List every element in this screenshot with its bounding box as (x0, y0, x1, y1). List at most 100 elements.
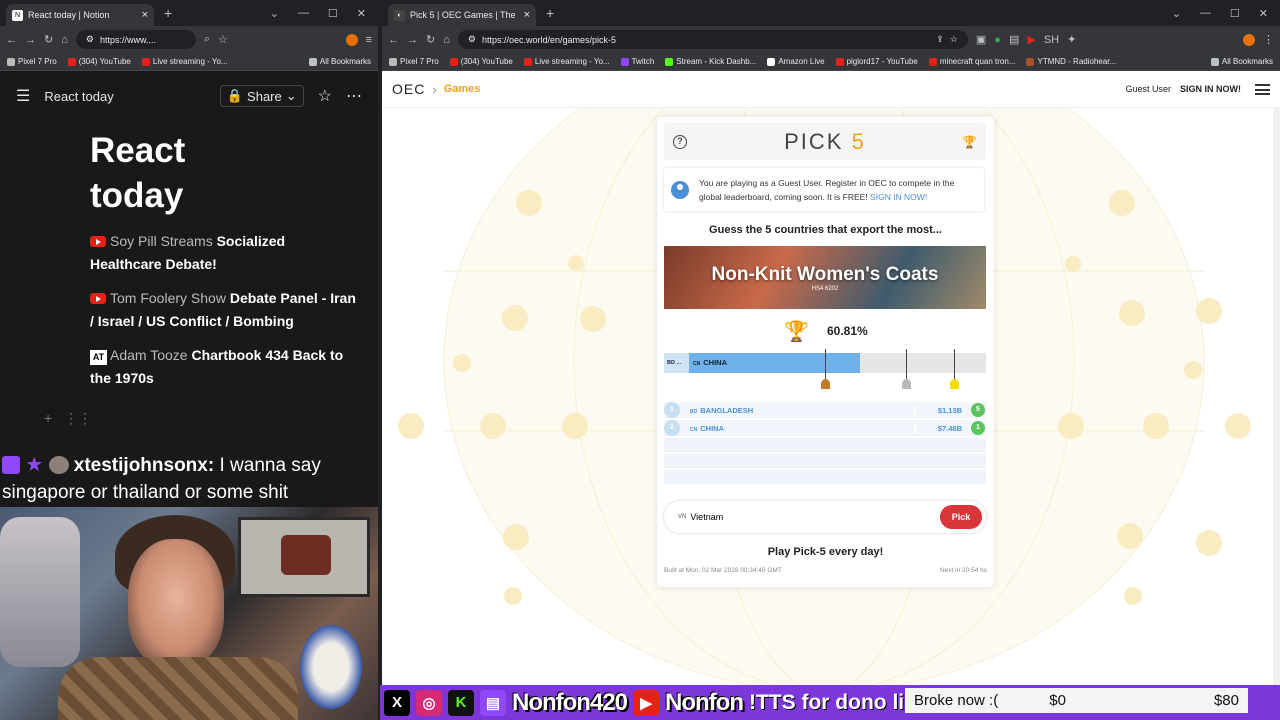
extension-icon[interactable]: ▣ (976, 33, 986, 46)
breadcrumb-games[interactable]: Games (444, 83, 481, 95)
stream-chat-message: ★ xtestijohnsonx: I wanna say singapore … (0, 452, 378, 506)
country-input-row: VN Pick (664, 501, 986, 533)
all-bookmarks[interactable]: All Bookmarks (308, 57, 371, 66)
reload-icon[interactable]: ↻ (426, 33, 435, 46)
game-prompt: Guess the 5 countries that export the mo… (709, 224, 942, 236)
navigation-bar: ← → ↻ ⌂ ⚙ https://www.... ⌕ ☆ ≡ (0, 26, 378, 53)
site-info-icon[interactable]: ⚙ (468, 34, 476, 45)
bookmark-pixel[interactable]: Pixel 7 Pro (389, 57, 439, 66)
close-tab-icon[interactable]: × (524, 9, 530, 21)
extension-youtube-icon[interactable]: ▶ (1027, 33, 1035, 46)
list-item[interactable]: Tom Foolery Show Debate Panel - Iran / I… (90, 287, 358, 332)
empty-guess-row (664, 438, 986, 452)
list-item[interactable]: Soy Pill Streams Socialized Healthcare D… (90, 230, 358, 275)
scrollbar[interactable] (1273, 71, 1280, 685)
oec-logo[interactable]: OEC (392, 81, 425, 97)
profile-avatar[interactable] (345, 33, 358, 46)
add-block-icon[interactable]: + (44, 410, 52, 426)
bookmark-youtube[interactable]: (304) YouTube (449, 57, 513, 66)
close-tab-icon[interactable]: × (142, 9, 148, 21)
donation-goal: Broke now :( $0 $80 (905, 688, 1248, 713)
profile-avatar[interactable] (1243, 33, 1255, 46)
minimize-icon[interactable]: — (298, 7, 309, 20)
share-button[interactable]: 🔒 Share ⌄ (219, 85, 304, 107)
hamburger-menu-icon[interactable] (1255, 83, 1270, 95)
lock-icon: 🔒 (226, 88, 244, 103)
url-text: https://oec.world/en/games/pick-5 (481, 34, 617, 45)
guesses-list: 1 BD BANGLADESH $1.13B 5 2 CN CHINA $7.48B… (664, 402, 986, 486)
youtube-icon (90, 236, 106, 247)
mask-prop (300, 625, 362, 709)
bookmark-kick[interactable]: Stream - Kick Dashb... (665, 57, 756, 66)
notice-sign-in-link[interactable]: SIGN IN NOW! (870, 192, 927, 202)
sidebar-toggle-icon[interactable]: ☰ (16, 86, 30, 106)
forward-icon[interactable]: → (25, 34, 36, 46)
pick5-card: ? PICK 5 🏆 You are playing as a Guest Us… (657, 117, 994, 587)
streamer-shirt (58, 657, 298, 720)
site-info-icon[interactable]: ⚙ (86, 34, 94, 45)
tab-oec[interactable]: ◐ Pick 5 | OEC Games | The Obser × (388, 4, 536, 26)
bookmark-live-streaming[interactable]: Live streaming - Yo... (141, 57, 228, 66)
bookmark-pixel[interactable]: Pixel 7 Pro (7, 57, 57, 66)
list-item[interactable]: AT Adam Tooze Chartbook 434 Back to the 1… (90, 344, 358, 389)
sign-in-link[interactable]: SIGN IN NOW! (1180, 84, 1241, 94)
home-icon[interactable]: ⌂ (61, 34, 68, 46)
bookmark-ytmnd[interactable]: YTMND - Radiohear... (1026, 57, 1116, 66)
menu-icon[interactable]: ⋮ (1263, 33, 1274, 46)
new-tab-icon[interactable]: + (164, 5, 172, 21)
tab-notion[interactable]: N React today | Notion × (6, 4, 154, 26)
bookmark-twitch[interactable]: Twitch (620, 57, 654, 66)
country-search-input[interactable] (690, 512, 940, 522)
extension-sh-icon[interactable]: SH (1044, 34, 1059, 46)
minimize-icon[interactable]: — (1200, 7, 1211, 20)
drag-handle-icon[interactable]: ⋮⋮ (64, 410, 92, 427)
extensions-puzzle-icon[interactable]: ✦ (1067, 33, 1076, 46)
bookmark-piglord[interactable]: piglord17 - YouTube (835, 57, 918, 66)
more-options-icon[interactable]: ⋯ (346, 86, 362, 106)
maximize-icon[interactable]: ☐ (328, 7, 338, 20)
favorite-star-icon[interactable]: ☆ (318, 86, 332, 106)
address-bar[interactable]: ⚙ https://oec.world/en/games/pick-5 ⇪ ☆ (457, 30, 968, 49)
home-icon[interactable]: ⌂ (443, 34, 450, 46)
bronze-trophy-icon: 🏆 (784, 321, 809, 343)
goal-current: $0 (1049, 692, 1066, 709)
instagram-icon: ◎ (416, 689, 442, 716)
bookmark-amazon[interactable]: Amazon Live (767, 57, 825, 66)
product-banner: Non-Knit Women's Coats HS4 6202 (664, 246, 986, 309)
tab-title: Pick 5 | OEC Games | The Obser (410, 10, 515, 20)
close-window-icon[interactable]: ✕ (1259, 7, 1268, 20)
bookmark-minecraft[interactable]: minecraft quan tron... (928, 57, 1015, 66)
tab-search-icon[interactable]: ⌄ (1172, 7, 1181, 20)
help-icon[interactable]: ? (673, 134, 687, 149)
tab-search-icon[interactable]: ⌄ (270, 7, 279, 20)
back-icon[interactable]: ← (388, 34, 399, 46)
bar-segment-china: CN CHINA (689, 353, 860, 373)
pick-button[interactable]: Pick (940, 505, 982, 529)
empty-guess-row (664, 470, 986, 484)
menu-icon[interactable]: ≡ (366, 34, 372, 46)
forward-icon[interactable]: → (407, 34, 418, 46)
zoom-icon[interactable]: ⌕ (204, 33, 210, 46)
new-tab-icon[interactable]: + (546, 5, 554, 21)
bookmark-youtube[interactable]: (304) YouTube (67, 57, 131, 66)
bookmarks-bar: Pixel 7 Pro (304) YouTube Live streaming… (0, 53, 378, 71)
all-bookmarks[interactable]: All Bookmarks (1210, 57, 1273, 66)
maximize-icon[interactable]: ☐ (1230, 7, 1240, 20)
notion-breadcrumb-title[interactable]: React today (44, 89, 113, 104)
oec-header: OEC › Games Guest User SIGN IN NOW! (382, 71, 1280, 108)
back-icon[interactable]: ← (6, 34, 17, 46)
rank-badge: 5 (971, 403, 985, 417)
share-page-icon[interactable]: ⇪ (936, 34, 944, 45)
page-title[interactable]: React today (90, 128, 358, 218)
grammarly-icon[interactable]: ● (994, 34, 1001, 46)
reload-icon[interactable]: ↻ (44, 33, 53, 46)
address-bar[interactable]: ⚙ https://www.... (75, 30, 196, 49)
navigation-bar: ← → ↻ ⌂ ⚙ https://oec.world/en/games/pic… (382, 26, 1280, 53)
bookmark-live-streaming[interactable]: Live streaming - Yo... (523, 57, 610, 66)
leaderboard-trophy-icon[interactable]: 🏆 (962, 135, 977, 149)
bookmark-star-icon[interactable]: ☆ (950, 34, 958, 45)
bookmark-star-icon[interactable]: ☆ (218, 33, 228, 46)
hs-code: HS4 6202 (811, 285, 839, 292)
close-window-icon[interactable]: ✕ (357, 7, 366, 20)
extension-doc-icon[interactable]: ▤ (1009, 33, 1019, 46)
